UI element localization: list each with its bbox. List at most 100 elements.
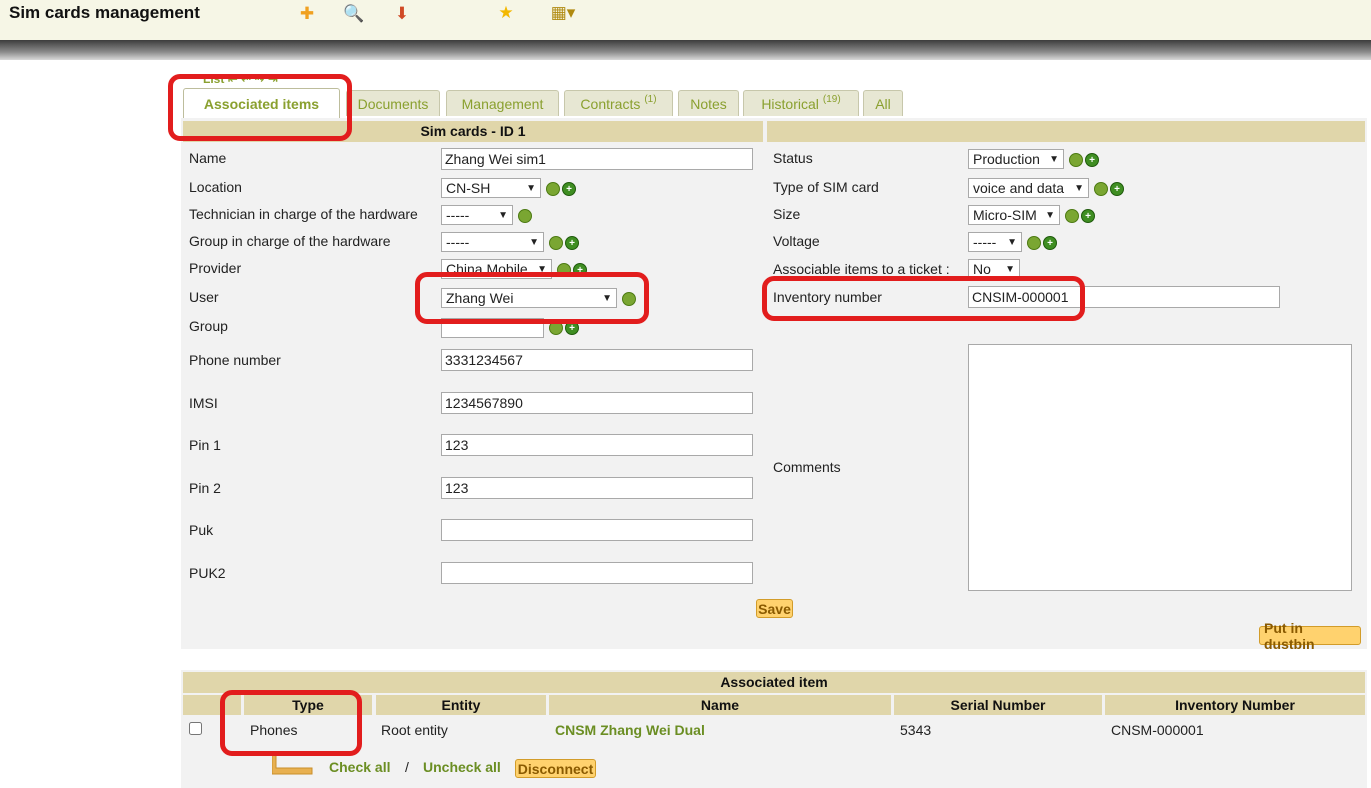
tab-contracts[interactable]: Contracts (1) xyxy=(564,90,673,116)
pin2-label: Pin 2 xyxy=(189,480,221,496)
imsi-label: IMSI xyxy=(189,395,218,411)
add-icon[interactable]: + xyxy=(1085,153,1099,167)
save-button[interactable]: Save xyxy=(756,599,793,618)
table-header-serial[interactable]: Serial Number xyxy=(894,695,1102,715)
add-icon[interactable]: + xyxy=(1043,236,1057,250)
tab-label: All xyxy=(875,95,891,112)
user-label: User xyxy=(189,289,219,305)
search-icon[interactable] xyxy=(622,292,636,306)
tab-management[interactable]: Management xyxy=(446,90,559,116)
chevron-down-icon: ▼ xyxy=(537,263,547,275)
puk-input[interactable] xyxy=(441,519,753,541)
form-section-right-header xyxy=(767,121,1365,142)
provider-select[interactable]: China Mobile ▼ xyxy=(441,259,552,279)
chevron-down-icon: ▼ xyxy=(1007,236,1017,248)
chevron-down-icon: ▼ xyxy=(602,292,612,304)
size-select[interactable]: Micro-SIM ▼ xyxy=(968,205,1060,225)
tab-all[interactable]: All xyxy=(863,90,903,116)
star-icon[interactable]: ★ xyxy=(494,1,518,25)
tab-historical[interactable]: Historical (19) xyxy=(743,90,859,116)
check-all-link[interactable]: Check all xyxy=(329,759,390,775)
table-header-entity[interactable]: Entity xyxy=(376,695,546,715)
tab-associated-items[interactable]: Associated items xyxy=(183,88,340,118)
search-icon[interactable] xyxy=(1065,209,1079,223)
group-label: Group xyxy=(189,318,228,334)
location-value: CN-SH xyxy=(446,180,491,196)
tab-notes[interactable]: Notes xyxy=(678,90,739,116)
list-navigation[interactable]: List ⇤ ⇠ ⇢ ⇥ xyxy=(203,72,278,85)
associable-ticket-select[interactable]: No ▼ xyxy=(968,259,1020,279)
row-entity: Root entity xyxy=(381,722,448,738)
status-value: Production xyxy=(973,151,1040,167)
comments-textarea[interactable] xyxy=(968,344,1352,591)
search-icon[interactable] xyxy=(1094,182,1108,196)
chevron-down-icon: ▼ xyxy=(1074,182,1084,194)
technician-value: ----- xyxy=(446,207,470,223)
list-link[interactable]: List xyxy=(203,72,224,85)
puk-label: Puk xyxy=(189,522,214,538)
row-checkbox[interactable] xyxy=(189,722,202,735)
chevron-down-icon: ▼ xyxy=(526,182,536,194)
table-header-inventory[interactable]: Inventory Number xyxy=(1105,695,1365,715)
add-icon[interactable]: + xyxy=(573,263,587,277)
pin1-input[interactable] xyxy=(441,434,753,456)
search-icon[interactable] xyxy=(549,236,563,250)
comments-label: Comments xyxy=(773,459,841,475)
page-title: Sim cards management xyxy=(9,3,200,22)
tab-label: Management xyxy=(461,95,544,112)
chevron-down-icon: ▼ xyxy=(498,209,508,221)
pin2-input[interactable] xyxy=(441,477,753,499)
associable-ticket-label: Associable items to a ticket : xyxy=(773,261,950,277)
phone-number-input[interactable] xyxy=(441,349,753,371)
sim-type-select[interactable]: voice and data ▼ xyxy=(968,178,1089,198)
tab-label: Historical xyxy=(761,95,819,112)
imsi-input[interactable] xyxy=(441,392,753,414)
tab-label: Contracts xyxy=(580,95,641,112)
pin1-label: Pin 1 xyxy=(189,437,221,453)
group-hardware-label: Group in charge of the hardware xyxy=(189,233,391,249)
chevron-down-icon: ▼ xyxy=(1049,153,1059,165)
search-icon[interactable] xyxy=(1069,153,1083,167)
table-header-name[interactable]: Name xyxy=(549,695,891,715)
disconnect-button[interactable]: Disconnect xyxy=(515,759,596,778)
technician-select[interactable]: ----- ▼ xyxy=(441,205,513,225)
search-icon[interactable] xyxy=(546,182,560,196)
group-hardware-select[interactable]: ----- ▼ xyxy=(441,232,544,252)
size-label: Size xyxy=(773,206,801,222)
status-select[interactable]: Production ▼ xyxy=(968,149,1064,169)
provider-value: China Mobile xyxy=(446,261,528,277)
user-select[interactable]: Zhang Wei ▼ xyxy=(441,288,617,308)
tab-documents[interactable]: Documents xyxy=(346,90,440,116)
template-icon[interactable]: ⬇ xyxy=(390,2,414,26)
add-icon[interactable]: + xyxy=(562,182,576,196)
search-icon[interactable] xyxy=(557,263,571,277)
columns-icon[interactable]: ▦▾ xyxy=(541,1,585,25)
header-shadow-bar xyxy=(0,40,1371,60)
voltage-select[interactable]: ----- ▼ xyxy=(968,232,1022,252)
tab-label: Associated items xyxy=(203,95,320,112)
add-icon[interactable]: ✚ xyxy=(295,2,319,26)
inventory-number-input[interactable] xyxy=(968,286,1280,308)
app-header xyxy=(0,0,1371,40)
add-icon[interactable]: + xyxy=(1110,182,1124,196)
form-section-title: Sim cards - ID 1 xyxy=(183,121,763,142)
add-icon[interactable]: + xyxy=(565,321,579,335)
table-header-type[interactable]: Type xyxy=(244,695,372,715)
add-icon[interactable]: + xyxy=(1081,209,1095,223)
uncheck-all-link[interactable]: Uncheck all xyxy=(423,759,501,775)
search-icon[interactable] xyxy=(1027,236,1041,250)
puk2-input[interactable] xyxy=(441,562,753,584)
location-select[interactable]: CN-SH ▼ xyxy=(441,178,541,198)
chevron-down-icon: ▼ xyxy=(1045,209,1055,221)
row-serial: 5343 xyxy=(900,722,932,738)
search-icon[interactable] xyxy=(518,209,532,223)
first-arrow-icon[interactable]: ⇤ ⇠ ⇢ ⇥ xyxy=(228,72,278,85)
search-icon[interactable] xyxy=(549,321,563,335)
name-input[interactable] xyxy=(441,148,753,170)
search-icon[interactable]: 🔍 xyxy=(342,2,366,26)
row-name-link[interactable]: CNSM Zhang Wei Dual xyxy=(555,722,705,738)
put-in-dustbin-button[interactable]: Put in dustbin xyxy=(1259,620,1361,652)
name-label: Name xyxy=(189,150,227,166)
add-icon[interactable]: + xyxy=(565,236,579,250)
group-select[interactable] xyxy=(441,318,544,338)
